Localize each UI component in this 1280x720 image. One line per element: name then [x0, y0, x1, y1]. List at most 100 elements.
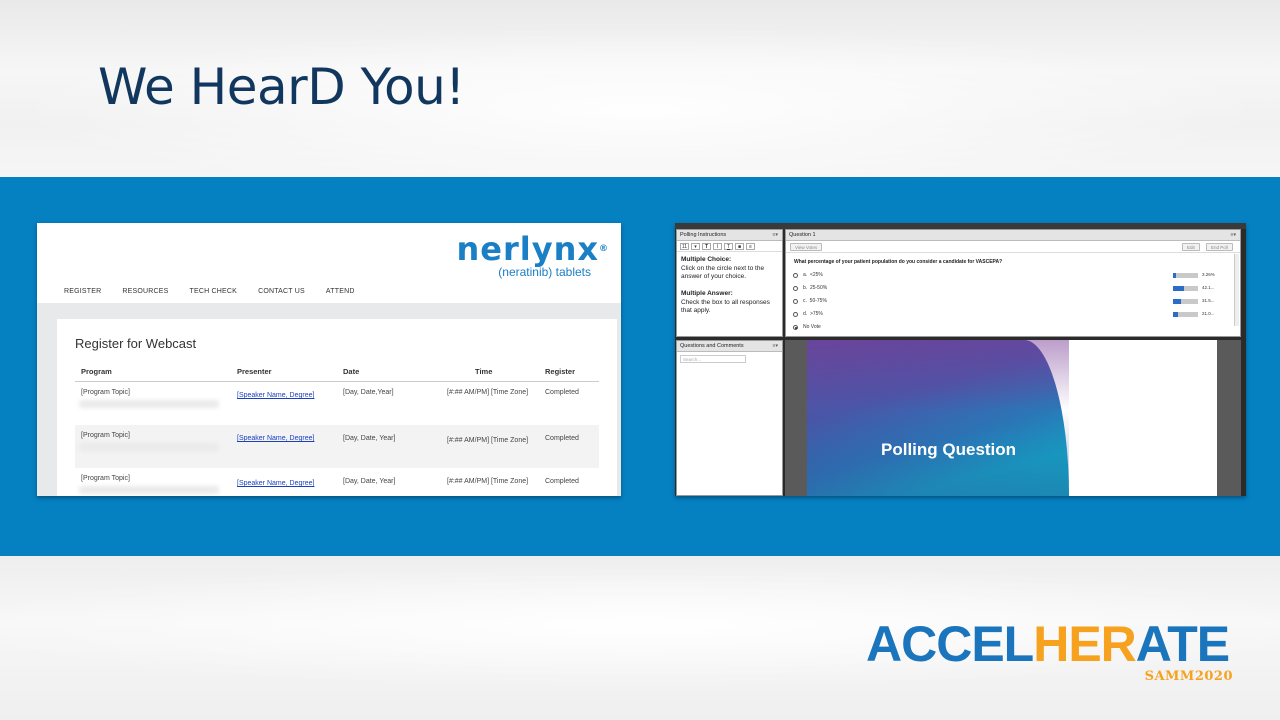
italic-button[interactable]: I — [713, 243, 722, 250]
webcast-panel: Register for Webcast Program Presenter D… — [57, 319, 617, 496]
registered-mark: ® — [599, 244, 609, 254]
end-poll-button[interactable]: End Poll — [1206, 243, 1233, 251]
radio-button[interactable] — [793, 273, 798, 278]
questions-comments-pod: Questions and Comments ≡▾ Search... — [676, 340, 783, 496]
nerlynx-logo: nerlynx® (neratinib) tablets — [456, 233, 609, 279]
nav-tech-check[interactable]: TECH CHECK — [190, 288, 238, 295]
col-date: Date — [343, 367, 360, 376]
option-label: No Vote — [803, 324, 821, 330]
logo-part-her: HER — [1033, 616, 1137, 672]
panel-title: Register for Webcast — [75, 336, 197, 351]
col-register: Register — [545, 367, 576, 376]
ma-text: Check the box to all responses that appl… — [681, 298, 770, 315]
col-program: Program — [81, 367, 112, 376]
registration-screenshot: nerlynx® (neratinib) tablets REGISTER RE… — [37, 223, 621, 496]
logo-part-accel: ACCEL — [866, 616, 1034, 672]
result-percent: 31.5... — [1202, 298, 1215, 303]
col-time: Time — [475, 367, 493, 376]
result-bar-fill — [1173, 286, 1184, 291]
polling-screenshot: Polling Instructions ≡▾ 11 ▾ T I T ■ ≡ M… — [675, 223, 1246, 496]
result-percent: 21.0... — [1202, 311, 1215, 316]
result-bar-fill — [1173, 273, 1176, 278]
logo-part-ate: ATE — [1135, 616, 1230, 672]
edit-button[interactable]: Edit — [1182, 243, 1200, 251]
pod-title: Polling Instructions — [680, 232, 727, 238]
radio-button-selected[interactable] — [793, 325, 798, 330]
color-button[interactable]: ■ — [735, 243, 744, 250]
logo-subtitle: SAMM2020 — [1144, 669, 1233, 684]
instructions-text: Multiple Choice: Click on the circle nex… — [677, 252, 782, 320]
cell-date: [Day, Date, Year] — [343, 478, 396, 485]
poll-question-pod: Question 1 ≡▾ View Votes Edit End Poll W… — [785, 229, 1241, 337]
cell-program: [Program Topic] — [81, 389, 130, 396]
mc-text: Click on the circle next to the answer o… — [681, 264, 765, 281]
cell-time: [#:## AM/PM] [Time Zone] — [447, 389, 529, 396]
shared-slide: Polling Question — [807, 340, 1217, 496]
poll-option[interactable]: d. >75% 21.0... — [793, 311, 1233, 319]
option-label: a. <25% — [803, 272, 823, 278]
table-row: [Program Topic] [Speaker Name, Degree] [… — [75, 382, 599, 425]
radio-button[interactable] — [793, 299, 798, 304]
logo-wordmark: ACCELHERATE — [866, 619, 1236, 669]
cell-presenter-link[interactable]: [Speaker Name, Degree] — [237, 392, 314, 399]
ma-heading: Multiple Answer: — [681, 290, 733, 297]
underline-button[interactable]: T — [724, 243, 733, 250]
cell-date: [Day, Date, Year] — [343, 435, 396, 442]
pod-menu-icon[interactable]: ≡▾ — [773, 343, 778, 349]
radio-button[interactable] — [793, 286, 798, 291]
font-size-button[interactable]: 11 — [680, 243, 689, 250]
webcast-table: Program Presenter Date Time Register [Pr… — [75, 359, 599, 496]
result-bar — [1173, 299, 1198, 304]
cell-time: [#:## AM/PM] [Time Zone] — [447, 478, 529, 485]
nav-attend[interactable]: ATTEND — [326, 288, 355, 295]
blurred-text — [79, 443, 219, 451]
result-bar — [1173, 312, 1198, 317]
blurred-text — [79, 486, 219, 494]
shared-slide-title: Polling Question — [881, 440, 1017, 459]
result-bar-fill — [1173, 312, 1179, 317]
blurred-text — [79, 400, 219, 408]
result-bar — [1173, 286, 1198, 291]
poll-option[interactable]: c. 50-75% 31.5... — [793, 298, 1233, 306]
cell-presenter-link[interactable]: [Speaker Name, Degree] — [237, 480, 314, 487]
view-votes-button[interactable]: View Votes — [790, 243, 823, 251]
result-bar-fill — [1173, 299, 1181, 304]
cell-date: [Day, Date,Year] — [343, 389, 394, 396]
vertical-scrollbar[interactable] — [1234, 254, 1239, 326]
font-size-dropdown-icon[interactable]: ▾ — [691, 243, 700, 250]
result-percent: 3.26% — [1202, 272, 1215, 277]
polling-instructions-pod: Polling Instructions ≡▾ 11 ▾ T I T ■ ≡ M… — [676, 229, 783, 337]
poll-option[interactable]: a. <25% 3.26% — [793, 272, 1233, 280]
pod-menu-icon[interactable]: ≡▾ — [1231, 232, 1236, 238]
poll-toolbar: View Votes Edit End Poll — [786, 241, 1240, 253]
table-row: [Program Topic] [Speaker Name, Degree] [… — [75, 425, 599, 468]
nav-register[interactable]: REGISTER — [64, 288, 101, 295]
slide-gradient-shape — [807, 340, 1069, 496]
radio-button[interactable] — [793, 312, 798, 317]
bold-button[interactable]: T — [702, 243, 711, 250]
result-percent: 42.1... — [1202, 285, 1215, 290]
poll-option-no-vote[interactable]: No Vote — [793, 324, 1233, 332]
pod-header: Question 1 ≡▾ — [786, 230, 1240, 241]
option-label: b. 25-50% — [803, 285, 828, 291]
nav-contact-us[interactable]: CONTACT US — [258, 288, 305, 295]
pod-menu-icon[interactable]: ≡▾ — [773, 232, 778, 238]
site-nav: REGISTER RESOURCES TECH CHECK CONTACT US… — [64, 288, 355, 295]
accelherate-logo: ACCELHERATE SAMM2020 — [866, 619, 1236, 689]
pod-header: Questions and Comments ≡▾ — [677, 341, 782, 352]
cell-register: Completed — [545, 478, 579, 485]
slide-title: We HearD You! — [98, 58, 465, 116]
cell-program: [Program Topic] — [81, 432, 130, 439]
cell-presenter-link[interactable]: [Speaker Name, Degree] — [237, 435, 314, 442]
qa-search-input[interactable]: Search... — [680, 355, 746, 363]
pod-title: Question 1 — [789, 232, 816, 238]
option-label: c. 50-75% — [803, 298, 827, 304]
list-button[interactable]: ≡ — [746, 243, 755, 250]
poll-option[interactable]: b. 25-50% 42.1... — [793, 285, 1233, 293]
option-label: d. >75% — [803, 311, 823, 317]
cell-register: Completed — [545, 389, 579, 396]
col-presenter: Presenter — [237, 367, 272, 376]
nav-resources[interactable]: RESOURCES — [122, 288, 168, 295]
format-toolbar: 11 ▾ T I T ■ ≡ — [677, 241, 782, 252]
cell-time: [#:## AM/PM] [Time Zone] — [447, 437, 529, 444]
